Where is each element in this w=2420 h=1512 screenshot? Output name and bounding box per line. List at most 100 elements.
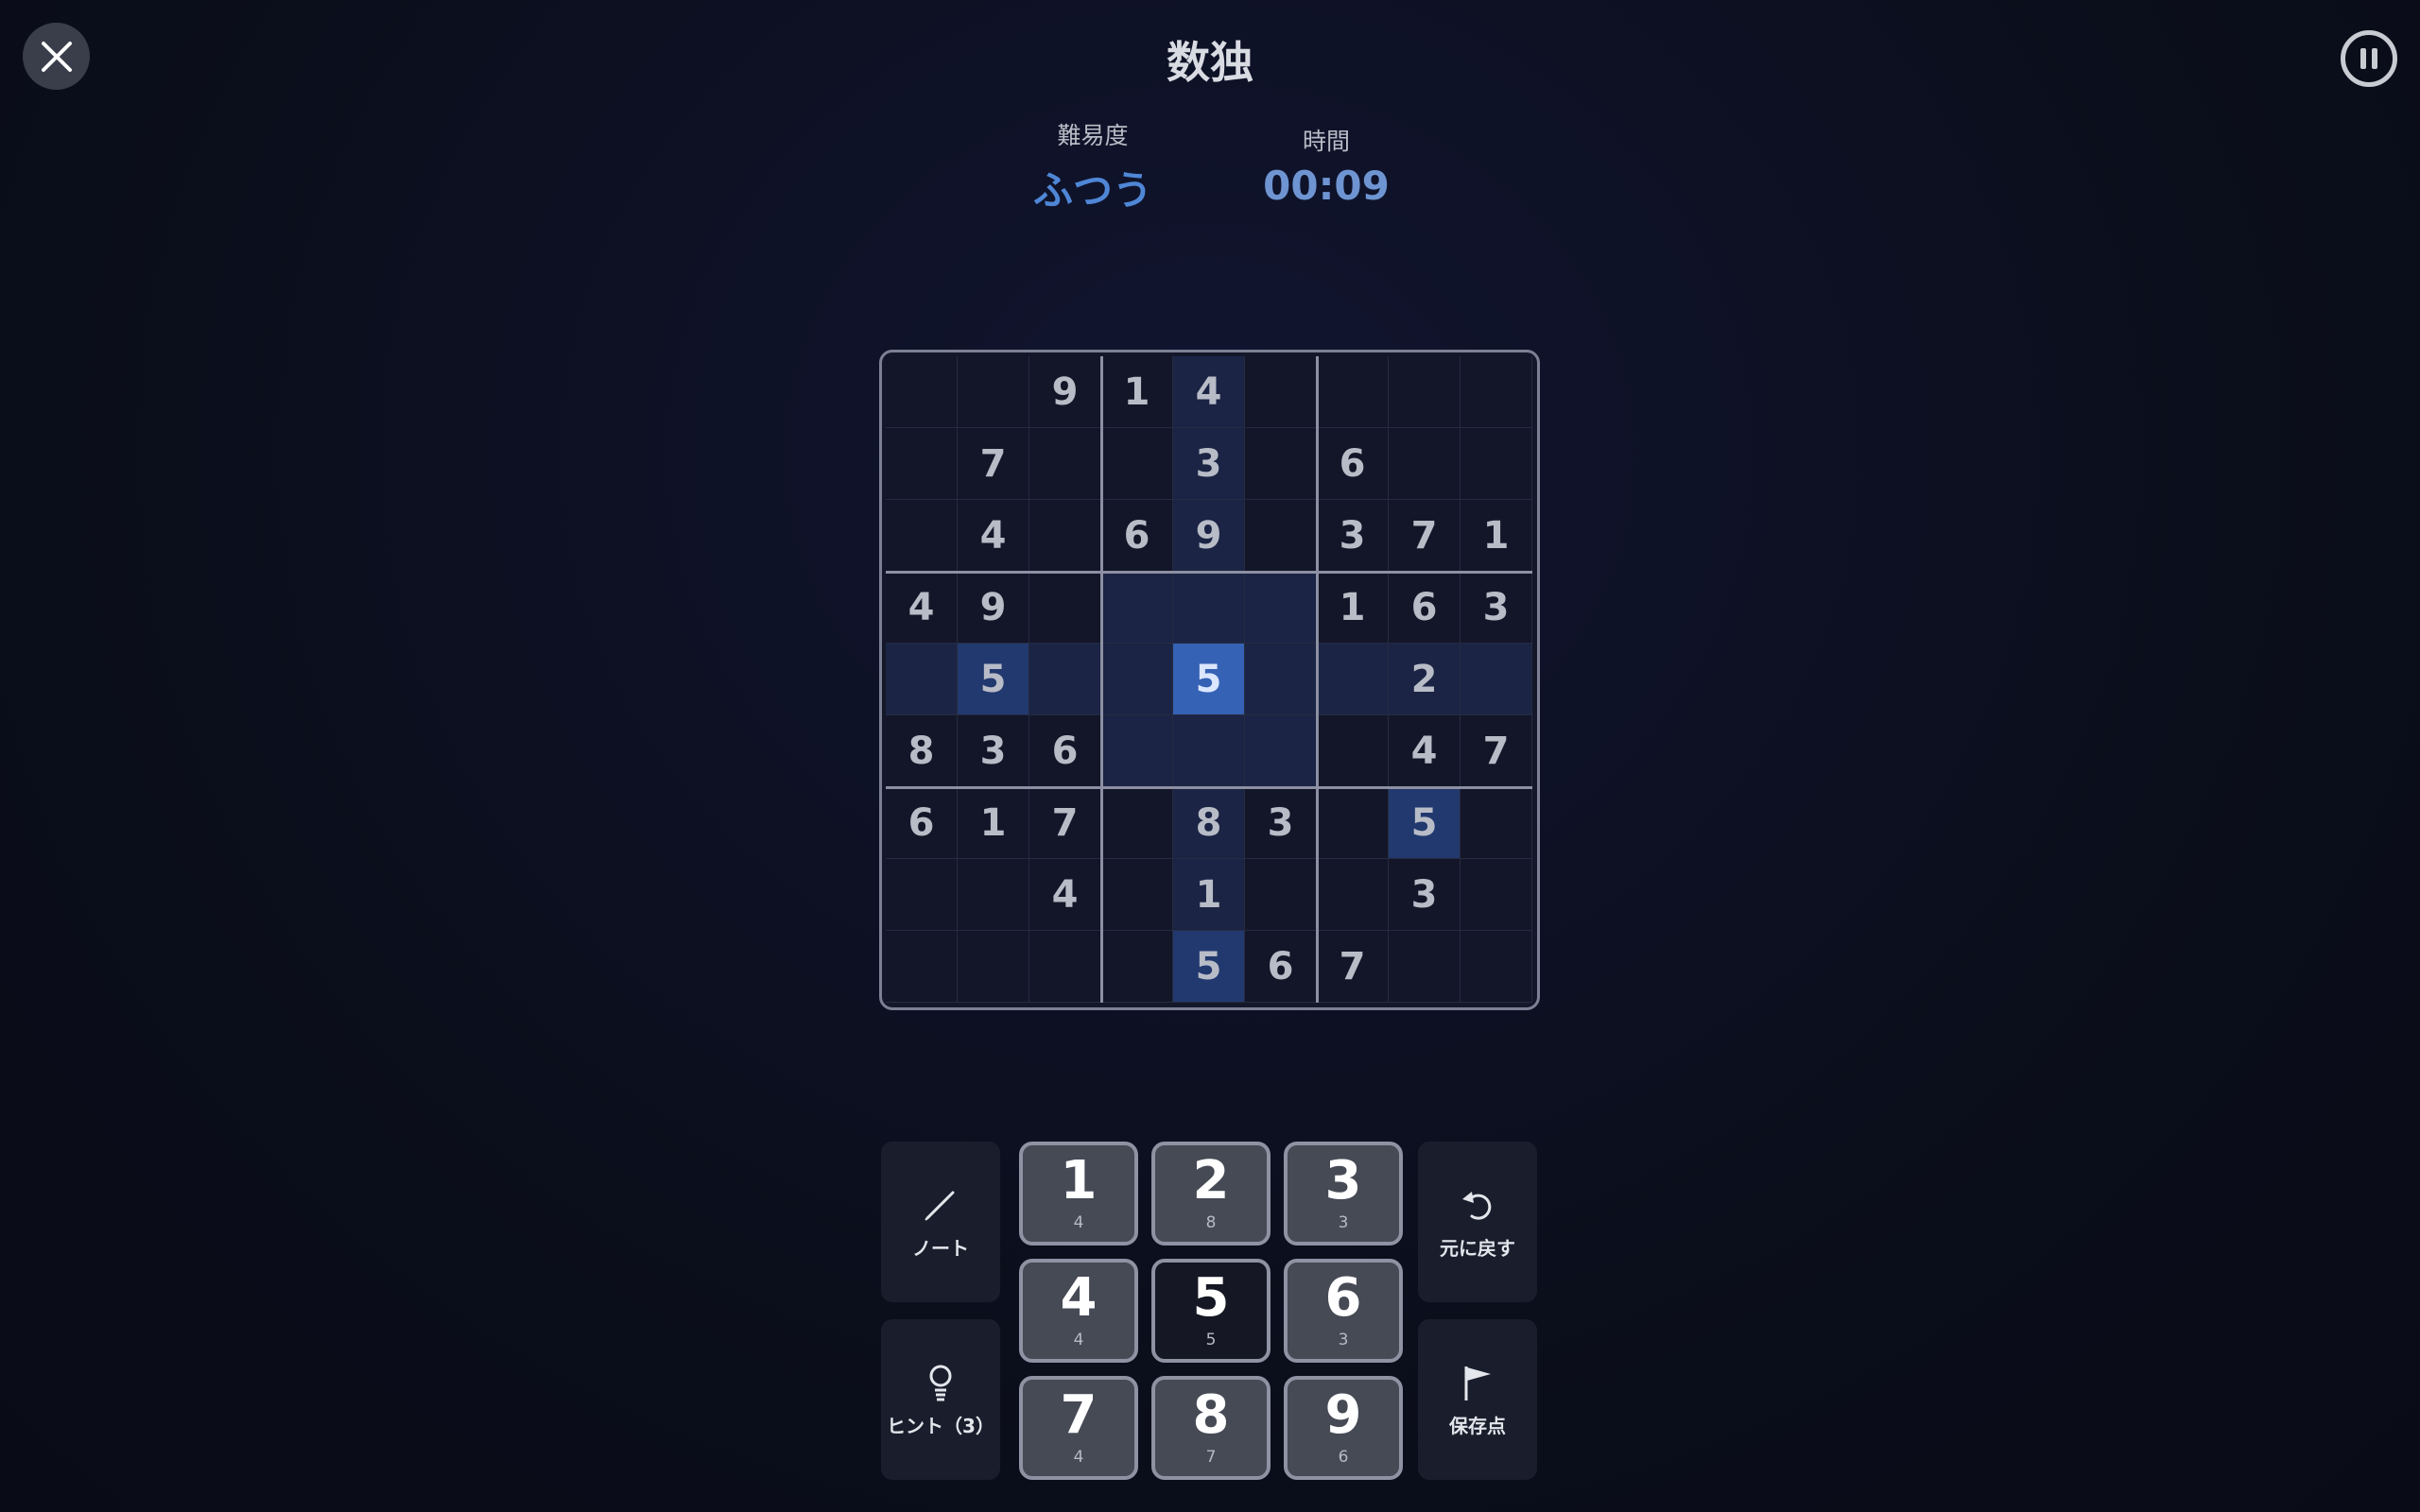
number-button-4[interactable]: 44 <box>1019 1259 1138 1363</box>
sudoku-cell[interactable]: 9 <box>958 572 1029 644</box>
sudoku-cell[interactable] <box>1101 715 1173 787</box>
sudoku-cell[interactable]: 1 <box>958 787 1029 859</box>
number-button-6[interactable]: 63 <box>1284 1259 1403 1363</box>
sudoku-cell[interactable] <box>1029 644 1101 715</box>
sudoku-cell[interactable] <box>1029 500 1101 572</box>
sudoku-cell[interactable]: 3 <box>1317 500 1389 572</box>
number-button-8[interactable]: 87 <box>1151 1376 1270 1480</box>
sudoku-cell[interactable] <box>886 500 958 572</box>
sudoku-cell[interactable]: 3 <box>1389 859 1461 931</box>
sudoku-cell[interactable] <box>886 428 958 500</box>
sudoku-cell[interactable] <box>1101 787 1173 859</box>
sudoku-cell[interactable]: 5 <box>1389 787 1461 859</box>
sudoku-cell[interactable]: 3 <box>1461 572 1532 644</box>
sudoku-cell[interactable]: 9 <box>1173 500 1245 572</box>
sudoku-cell[interactable] <box>886 644 958 715</box>
sudoku-cell[interactable] <box>1245 715 1317 787</box>
sudoku-cell[interactable] <box>1101 572 1173 644</box>
number-remaining-count: 3 <box>1338 1331 1349 1349</box>
sudoku-cell[interactable] <box>1101 931 1173 1003</box>
sudoku-cell[interactable]: 5 <box>1173 644 1245 715</box>
sudoku-cell[interactable] <box>1101 428 1173 500</box>
page-title: 数独 <box>1167 37 1253 88</box>
sudoku-cell[interactable] <box>1029 931 1101 1003</box>
sudoku-cell[interactable]: 8 <box>886 715 958 787</box>
sudoku-cell[interactable] <box>1245 356 1317 428</box>
sudoku-cell[interactable] <box>958 859 1029 931</box>
sudoku-cell[interactable]: 1 <box>1173 859 1245 931</box>
note-button[interactable]: ノート <box>881 1142 1000 1302</box>
sudoku-cell[interactable]: 4 <box>886 572 958 644</box>
sudoku-cell[interactable]: 5 <box>1173 931 1245 1003</box>
sudoku-cell[interactable]: 2 <box>1389 644 1461 715</box>
sudoku-cell[interactable]: 7 <box>958 428 1029 500</box>
sudoku-cell[interactable] <box>1389 356 1461 428</box>
sudoku-cell[interactable] <box>1461 787 1532 859</box>
sudoku-cell[interactable]: 6 <box>1317 428 1389 500</box>
sudoku-cell[interactable] <box>1245 572 1317 644</box>
sudoku-cell[interactable]: 6 <box>1101 500 1173 572</box>
sudoku-cell[interactable] <box>1461 859 1532 931</box>
sudoku-cell[interactable] <box>886 859 958 931</box>
sudoku-cell[interactable] <box>1245 428 1317 500</box>
sudoku-cell[interactable] <box>1389 931 1461 1003</box>
sudoku-cell[interactable] <box>958 931 1029 1003</box>
timer-label: 時間 <box>1302 128 1350 155</box>
sudoku-cell[interactable] <box>1101 644 1173 715</box>
sudoku-cell[interactable]: 6 <box>1029 715 1101 787</box>
sudoku-cell[interactable] <box>1317 356 1389 428</box>
sudoku-cell[interactable]: 3 <box>1173 428 1245 500</box>
sudoku-cell[interactable] <box>1461 644 1532 715</box>
sudoku-cell[interactable]: 4 <box>1173 356 1245 428</box>
sudoku-cell[interactable] <box>1245 644 1317 715</box>
number-button-2[interactable]: 28 <box>1151 1142 1270 1246</box>
sudoku-cell[interactable]: 7 <box>1461 715 1532 787</box>
sudoku-cell[interactable] <box>1245 500 1317 572</box>
sudoku-cell[interactable]: 7 <box>1029 787 1101 859</box>
sudoku-cell[interactable]: 4 <box>1029 859 1101 931</box>
number-button-3[interactable]: 33 <box>1284 1142 1403 1246</box>
sudoku-cell[interactable] <box>1317 787 1389 859</box>
sudoku-cell[interactable]: 1 <box>1317 572 1389 644</box>
sudoku-cell[interactable]: 6 <box>1245 931 1317 1003</box>
sudoku-cell[interactable] <box>1317 644 1389 715</box>
sudoku-cell[interactable] <box>1173 715 1245 787</box>
sudoku-cell[interactable]: 3 <box>958 715 1029 787</box>
number-button-9[interactable]: 96 <box>1284 1376 1403 1480</box>
savepoint-button[interactable]: 保存点 <box>1418 1319 1537 1480</box>
sudoku-cell[interactable]: 4 <box>958 500 1029 572</box>
sudoku-cell[interactable] <box>1317 715 1389 787</box>
sudoku-cell[interactable]: 8 <box>1173 787 1245 859</box>
sudoku-cell[interactable] <box>1389 428 1461 500</box>
sudoku-cell[interactable]: 4 <box>1389 715 1461 787</box>
sudoku-cell[interactable] <box>1173 572 1245 644</box>
undo-button[interactable]: 元に戻す <box>1418 1142 1537 1302</box>
sudoku-cell[interactable] <box>886 931 958 1003</box>
sudoku-cell[interactable]: 6 <box>1389 572 1461 644</box>
sudoku-cell[interactable]: 7 <box>1389 500 1461 572</box>
sudoku-cell[interactable] <box>1461 356 1532 428</box>
number-digit: 7 <box>1060 1384 1098 1446</box>
number-button-7[interactable]: 74 <box>1019 1376 1138 1480</box>
sudoku-cell[interactable]: 5 <box>958 644 1029 715</box>
sudoku-cell[interactable]: 6 <box>886 787 958 859</box>
sudoku-board: 7653145387167463825536194173964637419 <box>879 350 1540 1010</box>
sudoku-cell[interactable] <box>958 356 1029 428</box>
note-label: ノート <box>912 1236 969 1260</box>
sudoku-cell[interactable] <box>1317 859 1389 931</box>
hint-button[interactable]: ヒント（3） <box>881 1319 1000 1480</box>
sudoku-cell[interactable]: 9 <box>1029 356 1101 428</box>
sudoku-cell[interactable] <box>1029 572 1101 644</box>
number-button-5[interactable]: 55 <box>1151 1259 1270 1363</box>
sudoku-cell[interactable] <box>1461 931 1532 1003</box>
sudoku-cell[interactable] <box>1245 859 1317 931</box>
sudoku-cell[interactable] <box>1029 428 1101 500</box>
sudoku-cell[interactable]: 1 <box>1461 500 1532 572</box>
sudoku-cell[interactable] <box>1461 428 1532 500</box>
sudoku-cell[interactable]: 3 <box>1245 787 1317 859</box>
sudoku-cell[interactable] <box>886 356 958 428</box>
sudoku-cell[interactable]: 7 <box>1317 931 1389 1003</box>
number-button-1[interactable]: 14 <box>1019 1142 1138 1246</box>
sudoku-cell[interactable] <box>1101 859 1173 931</box>
sudoku-cell[interactable]: 1 <box>1101 356 1173 428</box>
